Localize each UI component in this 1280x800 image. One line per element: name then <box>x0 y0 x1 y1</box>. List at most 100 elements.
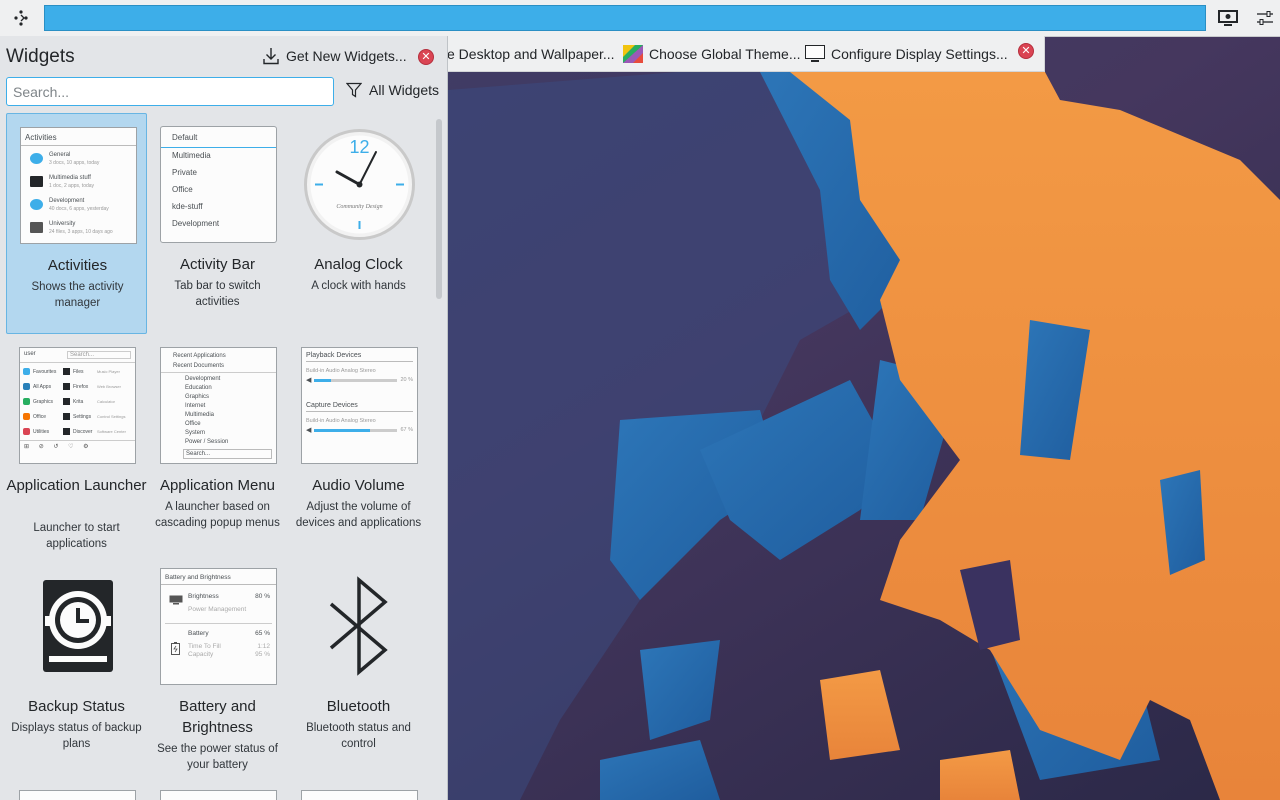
widget-tile-backup-status[interactable]: Backup Status Displays status of backup … <box>6 555 147 776</box>
widget-name: Battery and Brightness <box>179 698 256 736</box>
activity-bar-thumbnail: Default Multimedia Private Office kde-stuff D… <box>160 126 277 243</box>
filter-icon <box>346 82 362 98</box>
activity-icon <box>30 222 43 233</box>
widget-description: Shows the activity manager <box>31 281 124 309</box>
launcher-row: Favourites Files Music Player <box>20 363 135 378</box>
widget-name-text: Application Launcher <box>6 477 147 494</box>
activity-bar-item: Default <box>161 130 276 148</box>
close-icon: ✕ <box>1018 43 1034 59</box>
activity-row: Development 40 docs, 6 apps, yesterday <box>21 192 136 215</box>
widget-tile-battery-brightness[interactable]: Battery and Brightness Brightness 80 % P… <box>147 555 288 776</box>
launcher-app-sub: Calculator <box>97 399 116 404</box>
grid-scrollbar[interactable] <box>436 119 442 299</box>
launcher-category: Utilities <box>33 428 50 435</box>
menu-category: Internet <box>185 403 206 409</box>
launcher-footer-icons: ⊞ ⊘ ↺ ♡ ⚙ <box>20 440 135 452</box>
launcher-category-icon <box>23 398 30 405</box>
panel-handle-icon[interactable] <box>8 6 34 30</box>
widget-tile-application-launcher[interactable]: user Search... Favourites Files Music Play… <box>6 334 147 555</box>
speaker-icon: ◀ <box>306 377 312 384</box>
filter-button[interactable]: All Widgets <box>346 82 439 98</box>
launcher-row: All Apps Firefox Web Browser <box>20 378 135 393</box>
activity-icon <box>30 176 43 187</box>
thumb-cap: Capacity <box>188 651 214 658</box>
battery-icon <box>171 642 180 655</box>
widget-name: Activity Bar <box>179 256 255 273</box>
menu-category: System <box>185 430 206 436</box>
widget-tile-activity-bar[interactable]: Default Multimedia Private Office kde-stuff D… <box>147 113 288 334</box>
activities-thumbnail: Activities General 3 docs, 10 apps, today… <box>20 127 137 244</box>
widget-tile-analog-clock[interactable]: 12 Community Design Analog Clock A clock… <box>288 113 429 334</box>
thumb-ttf: Time To Fill <box>188 643 221 650</box>
thumb-search: Search... <box>183 449 272 459</box>
clock-brand-label: Community Design <box>336 204 382 210</box>
activity-row: General 3 docs, 10 apps, today <box>21 146 136 169</box>
activity-name: Multimedia stuff <box>49 175 91 181</box>
thumb-vol2: 67 % <box>400 427 413 433</box>
widget-tile-application-menu[interactable]: Recent Applications Recent Documents Deve… <box>147 334 288 555</box>
wallpaper-button[interactable]: e Desktop and Wallpaper... <box>447 43 615 65</box>
menu-category: Education <box>185 385 212 391</box>
widget-description: Tab bar to switch activities <box>174 280 261 308</box>
widget-name: Analog Clock <box>314 256 403 273</box>
launcher-app: Firefox <box>73 383 89 390</box>
activity-name: Development <box>49 198 85 204</box>
launcher-app-sub: Software Center <box>97 429 126 434</box>
menu-recent-item: Recent Documents <box>173 363 225 369</box>
get-new-widgets-label: Get New Widgets... <box>286 48 407 64</box>
volume-fill <box>314 428 371 432</box>
widget-description: Bluetooth status and control <box>306 722 411 750</box>
thumb-brightness-val: 80 % <box>255 593 270 600</box>
search-input[interactable] <box>6 77 334 106</box>
activity-bar-item: Office <box>172 185 193 194</box>
widget-description: Adjust the volume of devices and applica… <box>295 501 422 529</box>
widget-tile-activities[interactable]: Activities General 3 docs, 10 apps, today… <box>6 113 147 334</box>
close-icon: ✕ <box>418 49 434 65</box>
launcher-app-sub: Music Player <box>97 369 120 374</box>
activity-text: University 24 files, 3 apps, 10 days ago <box>49 220 113 236</box>
global-theme-button[interactable]: Choose Global Theme... <box>623 43 801 65</box>
get-new-widgets-button[interactable]: Get New Widgets... <box>263 47 407 65</box>
toolbox-close-button[interactable]: ✕ <box>1018 43 1034 59</box>
activity-row: University 24 files, 3 apps, 10 days ago <box>21 215 136 238</box>
launcher-row: Graphics Krita Calculator <box>20 393 135 408</box>
application-menu-thumbnail: Recent Applications Recent Documents Deve… <box>160 347 277 464</box>
activity-bar-item: Multimedia <box>172 151 211 160</box>
filter-label: All Widgets <box>369 82 440 98</box>
launcher-app: Discover <box>73 428 93 435</box>
launcher-app-sub: Control Settings <box>97 414 126 419</box>
display-settings-button[interactable]: Configure Display Settings... <box>805 43 1008 65</box>
launcher-app: Files <box>73 368 84 375</box>
panel-drop-area[interactable] <box>44 5 1206 31</box>
widget-tile-peek <box>19 790 136 800</box>
widget-description: A clock with hands <box>311 280 406 292</box>
widget-tile-audio-volume[interactable]: Playback Devices Build-in Audio Analog S… <box>288 334 429 555</box>
audio-volume-thumbnail: Playback Devices Build-in Audio Analog S… <box>301 347 418 464</box>
top-panel <box>0 0 1280 37</box>
activity-text: Multimedia stuff 1 doc, 2 apps, today <box>49 174 94 190</box>
download-icon <box>263 47 279 65</box>
launcher-app-icon <box>63 368 70 375</box>
monitor-icon <box>169 595 183 605</box>
backup-status-icon <box>19 568 136 685</box>
thumb-cap-val: 95 % <box>255 651 270 658</box>
widget-description: See the power status of your battery <box>157 743 278 771</box>
panel-settings-icon[interactable] <box>1252 6 1278 30</box>
explorer-close-button[interactable]: ✕ <box>418 49 434 65</box>
thumb-ttf-val: 1:12 <box>257 643 270 650</box>
global-theme-icon <box>623 45 643 63</box>
activity-name: General <box>49 152 71 158</box>
display-settings-icon[interactable] <box>1215 6 1241 30</box>
battery-brightness-thumbnail: Battery and Brightness Brightness 80 % P… <box>160 568 277 685</box>
thumb-capture: Capture Devices <box>306 402 413 412</box>
launcher-category-icon <box>23 428 30 435</box>
monitor-icon <box>805 45 825 63</box>
launcher-category-icon <box>23 368 30 375</box>
widget-tile-bluetooth[interactable]: Bluetooth Bluetooth status and control <box>288 555 429 776</box>
analog-clock-icon: 12 Community Design <box>301 126 418 243</box>
launcher-row: Office Settings Control Settings <box>20 408 135 423</box>
widget-name: Bluetooth <box>326 698 391 715</box>
thumb-playback: Playback Devices <box>306 352 413 362</box>
launcher-category: Graphics <box>33 398 54 405</box>
widget-description: A launcher based on cascading popup menu… <box>155 501 280 529</box>
